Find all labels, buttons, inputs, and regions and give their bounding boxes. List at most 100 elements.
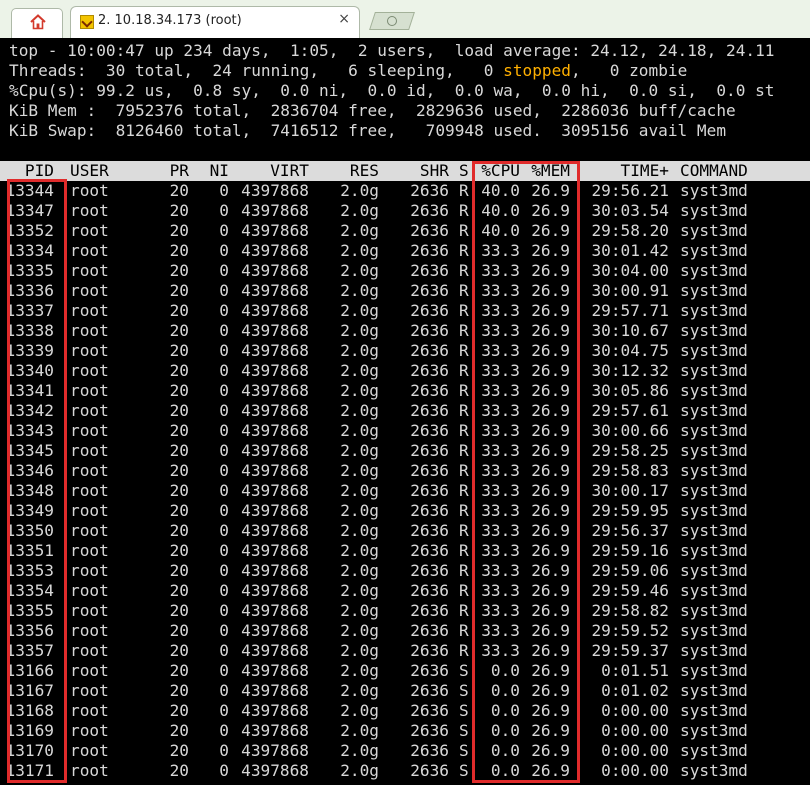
cell-user: root bbox=[70, 281, 109, 300]
cell-shr: 2636 bbox=[410, 601, 449, 620]
new-tab-button[interactable] bbox=[369, 12, 415, 30]
cell-user: root bbox=[70, 181, 109, 200]
cell-shr: 2636 bbox=[410, 281, 449, 300]
header-virt: VIRT bbox=[270, 161, 309, 180]
cell-pr: 20 bbox=[169, 341, 189, 360]
cell-ni: 0 bbox=[219, 361, 229, 380]
cell-command: syst3md bbox=[680, 281, 748, 300]
cell-time: 0:00.00 bbox=[601, 701, 669, 720]
cell-ni: 0 bbox=[219, 741, 229, 760]
terminal-output[interactable]: top - 10:00:47 up 234 days, 1:05, 2 user… bbox=[0, 38, 810, 785]
tab-session[interactable]: 2. 10.18.34.173 (root) × bbox=[70, 6, 360, 38]
top-summary-swap: KiB Swap: 8126460 total, 7416512 free, 7… bbox=[9, 121, 727, 140]
cell-res: 2.0g bbox=[340, 341, 379, 360]
cell-user: root bbox=[70, 501, 109, 520]
cell-ni: 0 bbox=[219, 221, 229, 240]
cell-state: S bbox=[459, 701, 469, 720]
table-row: 13168 root 20 0 4397868 2.0g 2636 S 0.0 26.9 0:00.… bbox=[0, 701, 810, 721]
cell-virt: 4397868 bbox=[241, 181, 309, 200]
cell-user: root bbox=[70, 561, 109, 580]
cell-user: root bbox=[70, 661, 109, 680]
terminal-app-window: 2. 10.18.34.173 (root) × top - 10:00:47 … bbox=[0, 0, 810, 785]
cell-state: R bbox=[459, 521, 469, 540]
cell-command: syst3md bbox=[680, 521, 748, 540]
cell-ni: 0 bbox=[219, 641, 229, 660]
cell-user: root bbox=[70, 261, 109, 280]
cell-pr: 20 bbox=[169, 381, 189, 400]
cell-state: S bbox=[459, 741, 469, 760]
cell-pr: 20 bbox=[169, 221, 189, 240]
header-shr: SHR bbox=[419, 161, 449, 180]
cell-shr: 2636 bbox=[410, 581, 449, 600]
cell-virt: 4397868 bbox=[241, 261, 309, 280]
cell-time: 30:05.86 bbox=[591, 381, 669, 400]
cell-virt: 4397868 bbox=[241, 761, 309, 780]
close-tab-icon[interactable]: × bbox=[338, 11, 350, 27]
table-row: 13357 root 20 0 4397868 2.0g 2636 R 33.3 26.9 29:5… bbox=[0, 641, 810, 661]
table-row: 13337 root 20 0 4397868 2.0g 2636 R 33.3 26.9 29:5… bbox=[0, 301, 810, 321]
cell-virt: 4397868 bbox=[241, 301, 309, 320]
table-row: 13345 root 20 0 4397868 2.0g 2636 R 33.3 26.9 29:5… bbox=[0, 441, 810, 461]
cell-state: R bbox=[459, 341, 469, 360]
cell-state: R bbox=[459, 461, 469, 480]
cell-time: 30:00.66 bbox=[591, 421, 669, 440]
cell-state: R bbox=[459, 281, 469, 300]
cell-pr: 20 bbox=[169, 761, 189, 780]
cell-res: 2.0g bbox=[340, 301, 379, 320]
cell-pr: 20 bbox=[169, 701, 189, 720]
cell-time: 29:56.21 bbox=[591, 181, 669, 200]
cell-state: R bbox=[459, 581, 469, 600]
cell-virt: 4397868 bbox=[241, 481, 309, 500]
cell-user: root bbox=[70, 701, 109, 720]
cell-virt: 4397868 bbox=[241, 341, 309, 360]
cell-time: 29:58.20 bbox=[591, 221, 669, 240]
cell-command: syst3md bbox=[680, 501, 748, 520]
cell-time: 30:04.75 bbox=[591, 341, 669, 360]
cell-command: syst3md bbox=[680, 761, 748, 780]
cell-shr: 2636 bbox=[410, 641, 449, 660]
cell-shr: 2636 bbox=[410, 441, 449, 460]
cell-command: syst3md bbox=[680, 301, 748, 320]
header-state: S bbox=[459, 161, 469, 180]
cell-ni: 0 bbox=[219, 421, 229, 440]
threads-stopped-label: stopped bbox=[503, 61, 571, 80]
cell-res: 2.0g bbox=[340, 221, 379, 240]
cell-ni: 0 bbox=[219, 401, 229, 420]
cell-user: root bbox=[70, 381, 109, 400]
cell-shr: 2636 bbox=[410, 501, 449, 520]
cell-command: syst3md bbox=[680, 681, 748, 700]
cell-res: 2.0g bbox=[340, 181, 379, 200]
cell-res: 2.0g bbox=[340, 381, 379, 400]
cell-shr: 2636 bbox=[410, 661, 449, 680]
cell-ni: 0 bbox=[219, 681, 229, 700]
table-row: 13170 root 20 0 4397868 2.0g 2636 S 0.0 26.9 0:00.… bbox=[0, 741, 810, 761]
cell-pr: 20 bbox=[169, 561, 189, 580]
cell-pr: 20 bbox=[169, 581, 189, 600]
cell-time: 29:59.16 bbox=[591, 541, 669, 560]
cell-res: 2.0g bbox=[340, 481, 379, 500]
cell-user: root bbox=[70, 641, 109, 660]
cell-shr: 2636 bbox=[410, 541, 449, 560]
tab-session-title: 2. 10.18.34.173 (root) bbox=[98, 13, 242, 28]
cell-virt: 4397868 bbox=[241, 721, 309, 740]
cell-state: R bbox=[459, 441, 469, 460]
cell-virt: 4397868 bbox=[241, 661, 309, 680]
cell-shr: 2636 bbox=[410, 421, 449, 440]
cell-state: R bbox=[459, 641, 469, 660]
cell-ni: 0 bbox=[219, 201, 229, 220]
cell-state: R bbox=[459, 301, 469, 320]
cell-command: syst3md bbox=[680, 341, 748, 360]
cell-user: root bbox=[70, 361, 109, 380]
cell-pr: 20 bbox=[169, 301, 189, 320]
cell-res: 2.0g bbox=[340, 741, 379, 760]
cell-res: 2.0g bbox=[340, 501, 379, 520]
cpu-mem-column-highlight bbox=[472, 161, 580, 783]
cell-virt: 4397868 bbox=[241, 221, 309, 240]
home-tab[interactable] bbox=[11, 8, 63, 38]
cell-state: R bbox=[459, 201, 469, 220]
cell-command: syst3md bbox=[680, 481, 748, 500]
cell-res: 2.0g bbox=[340, 201, 379, 220]
table-row: 13334 root 20 0 4397868 2.0g 2636 R 33.3 26.9 30:0… bbox=[0, 241, 810, 261]
cell-res: 2.0g bbox=[340, 601, 379, 620]
cell-pr: 20 bbox=[169, 181, 189, 200]
